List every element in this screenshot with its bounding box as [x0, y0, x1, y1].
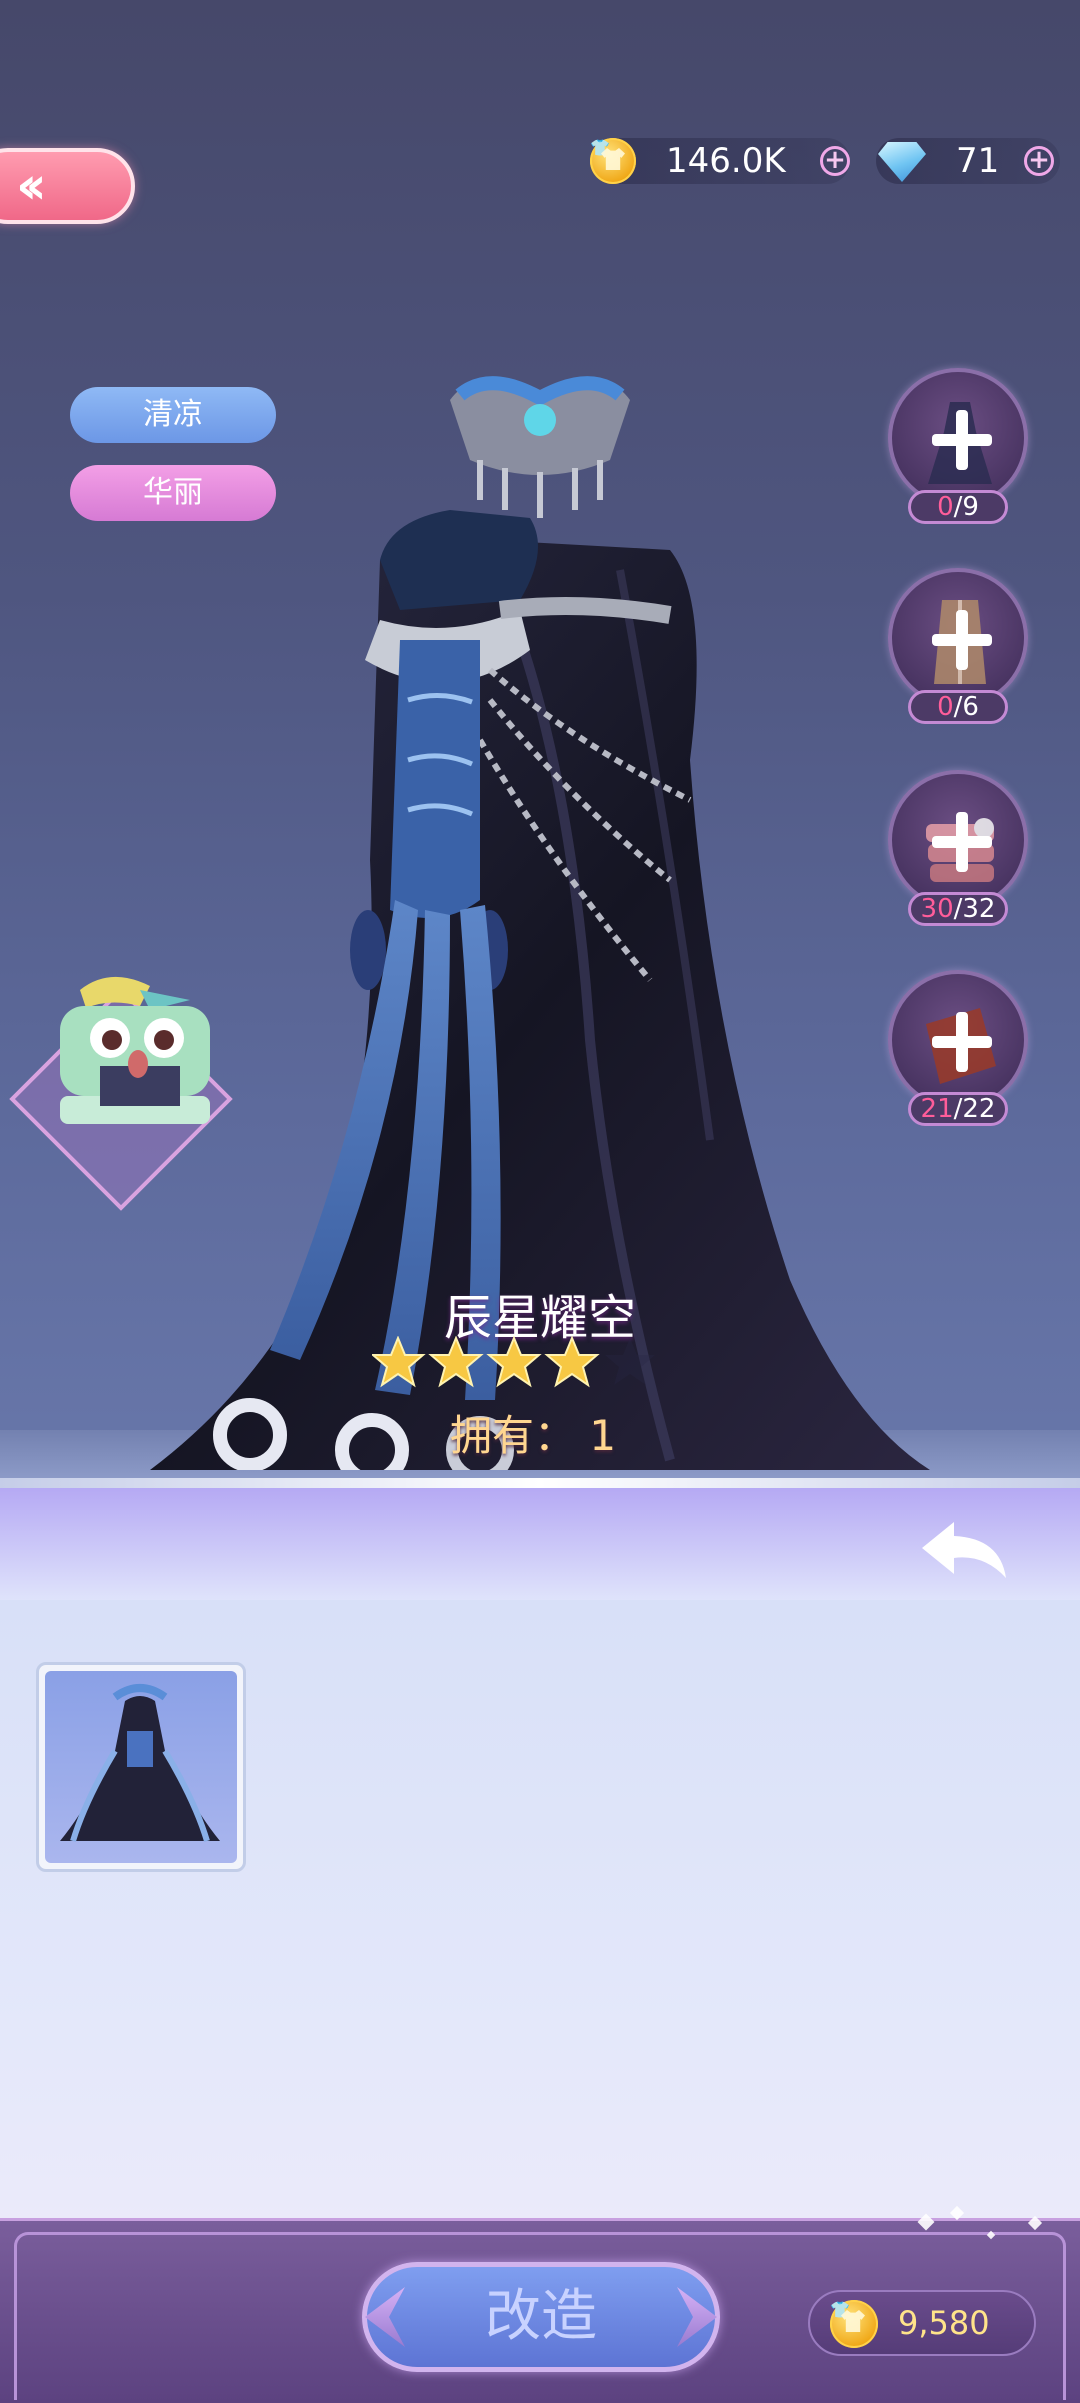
star-icon: [544, 1336, 600, 1388]
coin-value: 146.0K: [666, 141, 786, 181]
tag-cool: 清凉: [70, 387, 276, 443]
star-icon: [372, 1336, 426, 1388]
sewing-machine-mascot-icon[interactable]: [40, 970, 216, 1146]
add-coins-button[interactable]: +: [820, 146, 850, 176]
return-arrow-icon[interactable]: [918, 1518, 1010, 1582]
plus-icon: [932, 1012, 992, 1072]
material-slot-coat[interactable]: 0/6: [888, 568, 1028, 724]
tag-gorgeous: 华丽: [70, 465, 276, 521]
gold-shirt-coin-icon: [830, 2300, 878, 2348]
owned-count: 拥有： 1: [450, 1411, 617, 1460]
star-empty-icon: [605, 1338, 655, 1385]
material-count: 0/9: [908, 490, 1008, 524]
plus-icon: [932, 610, 992, 670]
diamond-value: 71: [956, 141, 1000, 181]
diamond-icon: [878, 142, 926, 182]
modify-cost: 9,580: [808, 2290, 1036, 2356]
material-slot-dress[interactable]: 0/9: [888, 368, 1028, 524]
diamond-balance: 71 +: [876, 138, 1060, 184]
material-count: 30/32: [908, 892, 1008, 926]
plus-icon: [932, 410, 992, 470]
material-slot-leather[interactable]: 21/22: [888, 970, 1028, 1126]
material-slot-fabric[interactable]: 30/32: [888, 770, 1028, 926]
add-diamonds-button[interactable]: +: [1024, 146, 1054, 176]
coin-balance: 146.0K +: [590, 138, 850, 184]
plus-icon: [932, 812, 992, 872]
material-count: 21/22: [908, 1092, 1008, 1126]
double-chevron-left-icon: ‹‹: [16, 156, 47, 216]
cost-value: 9,580: [898, 2304, 990, 2342]
item-card[interactable]: [36, 1662, 246, 1872]
dress-thumbnail: [60, 1684, 220, 1842]
star-icon: [428, 1336, 484, 1388]
panel-divider: [0, 1478, 1080, 1488]
headpiece-accessory: [450, 376, 630, 518]
back-button[interactable]: ‹‹: [0, 148, 135, 224]
star-icon: [486, 1336, 542, 1388]
gold-shirt-coin-icon: [590, 138, 636, 184]
material-count: 0/6: [908, 690, 1008, 724]
star-rating: [372, 1336, 655, 1388]
modify-button[interactable]: 改造: [362, 2262, 720, 2372]
